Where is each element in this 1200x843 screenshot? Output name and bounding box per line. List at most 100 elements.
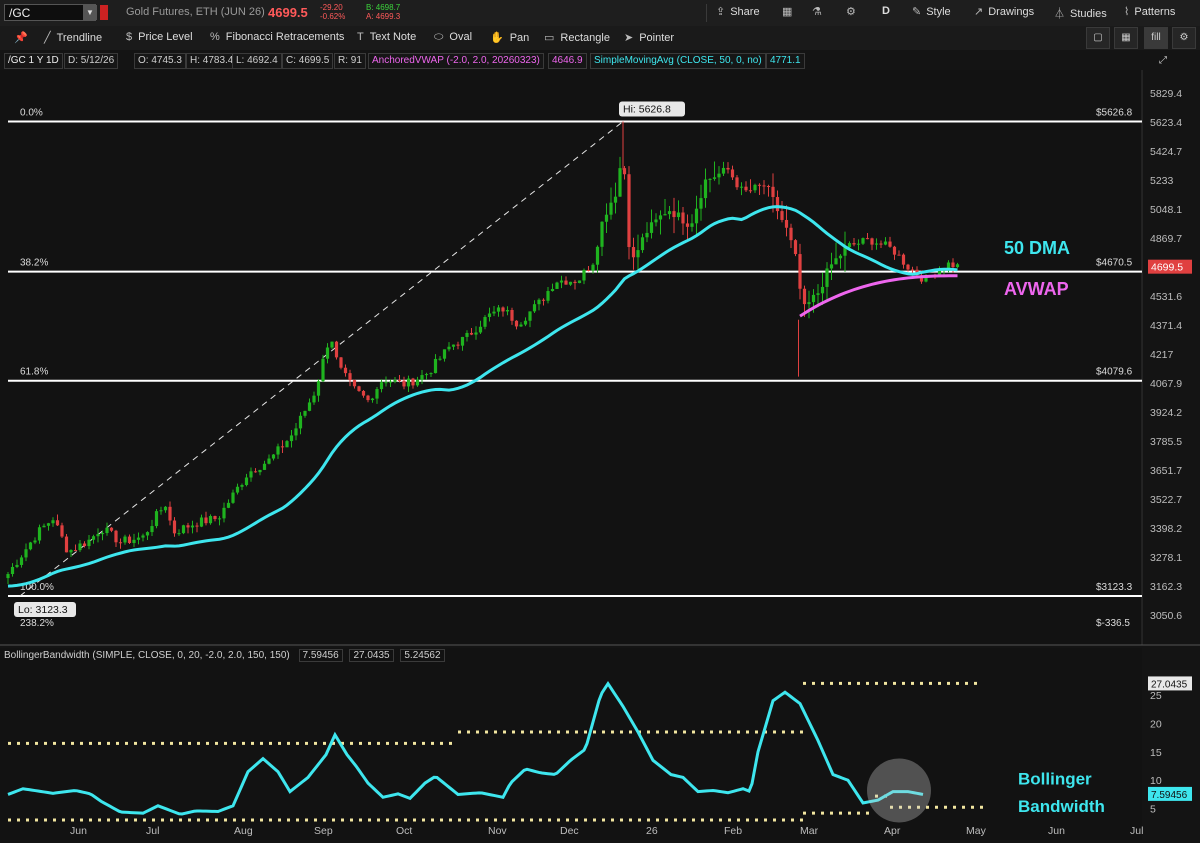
candle-body xyxy=(505,309,510,312)
grid-menu-button[interactable]: ▦ xyxy=(782,5,797,18)
avwap-annotation: AVWAP xyxy=(1004,279,1069,299)
expand-icon[interactable]: ⤢ xyxy=(1152,51,1174,71)
candle-body xyxy=(204,517,208,524)
candle-body xyxy=(253,471,258,473)
candle-body xyxy=(136,537,141,540)
candle-body xyxy=(352,380,357,387)
trendline-icon: ╱ xyxy=(44,32,51,44)
fib-price-label: $3123.3 xyxy=(1096,582,1133,593)
candle-body xyxy=(631,247,636,258)
candle-body xyxy=(636,250,640,258)
candle-body xyxy=(456,344,460,346)
price-level-tool[interactable]: $ Price Level xyxy=(126,31,193,43)
chart-canvas[interactable]: 0.0% $5626.838.2% $4670.561.8% $4079.6100.0… xyxy=(0,70,1200,843)
time-tick-label: Jun xyxy=(1048,825,1065,837)
price-tick-label: 5424.7 xyxy=(1150,146,1182,158)
candle-body xyxy=(100,533,105,535)
candle-body xyxy=(883,241,888,245)
candle-body xyxy=(951,262,955,268)
lab-button[interactable]: ⚗ xyxy=(812,5,827,18)
date-value: D: 5/12/26 xyxy=(64,53,119,69)
pan-tool[interactable]: ✋ Pan xyxy=(490,31,529,44)
rectangle-icon: ▭ xyxy=(544,32,555,44)
time-tick-label: Jun xyxy=(70,825,87,837)
candle-body xyxy=(415,379,420,386)
candle-body xyxy=(861,238,865,244)
trendline-tool[interactable]: ╱ Trendline xyxy=(44,31,102,44)
candle-body xyxy=(244,477,249,486)
bb-annotation-line2: Bandwidth xyxy=(1018,797,1105,816)
oval-tool[interactable]: ⬭ Oval xyxy=(434,31,472,44)
fib-pct-label: 38.2% xyxy=(20,258,48,269)
rectangle-tool[interactable]: ▭ Rectangle xyxy=(544,31,610,44)
price-axis: 5829.45623.45424.752335048.14869.74697.3… xyxy=(1150,88,1182,622)
candle-body xyxy=(78,543,82,551)
symbol-dropdown-icon[interactable]: ▼ xyxy=(83,5,97,20)
bb-study-label[interactable]: BollingerBandwidth (SIMPLE, CLOSE, 0, 20… xyxy=(4,650,290,661)
patterns-icon: ⌇ xyxy=(1124,6,1130,18)
candle-body xyxy=(127,536,132,544)
candle-body xyxy=(798,254,802,289)
candle-body xyxy=(271,454,276,459)
chart-settings-button[interactable]: ⚙ xyxy=(1172,27,1196,49)
candle-body xyxy=(667,211,672,215)
avwap-study-value: 4646.9 xyxy=(548,53,587,69)
candle-body xyxy=(289,435,294,442)
low-value: L: 4692.4 xyxy=(232,53,282,69)
candle-body xyxy=(496,307,501,312)
candle-body xyxy=(222,507,226,519)
sma-annotation: 50 DMA xyxy=(1004,238,1070,258)
share-button[interactable]: ⇪ Share xyxy=(716,5,760,18)
bb-value: 7.59456 xyxy=(298,649,343,662)
time-tick-label: Nov xyxy=(488,825,507,837)
candle-body xyxy=(748,190,753,192)
settings-button[interactable]: ⚙ xyxy=(846,5,861,18)
candle-body xyxy=(280,446,285,448)
candle-body xyxy=(420,375,424,380)
drawing-toolbar: 📌 ╱ Trendline $ Price Level % Fibonacci Ret… xyxy=(0,26,1200,51)
candle-body xyxy=(231,492,235,503)
candle-body xyxy=(186,525,190,528)
bb-upper-value: 27.0435 xyxy=(349,649,394,662)
candle-body xyxy=(177,533,181,535)
studies-button[interactable]: ⏃ Studies xyxy=(1054,5,1107,21)
candle-body xyxy=(753,184,757,191)
candle-body xyxy=(730,169,735,178)
pin-icon[interactable]: 📌 xyxy=(14,31,28,44)
pointer-tool[interactable]: ➤ Pointer xyxy=(624,31,674,44)
candle-body xyxy=(325,347,330,359)
candle-body xyxy=(460,336,465,346)
layout-all-button[interactable]: fill xyxy=(1144,27,1168,49)
sma-study-label[interactable]: SimpleMovingAvg (CLOSE, 50, 0, no) xyxy=(590,53,766,69)
style-button[interactable]: ✎ Style xyxy=(912,5,951,18)
avwap-study-label[interactable]: AnchoredVWAP (-2.0, 2.0, 20260323) xyxy=(368,53,544,69)
fibonacci-tool[interactable]: % Fibonacci Retracements xyxy=(210,31,344,43)
candle-body xyxy=(24,549,28,558)
layout-grid-button[interactable]: ▦ xyxy=(1114,27,1138,49)
patterns-button[interactable]: ⌇ Patterns xyxy=(1124,5,1175,18)
drawings-button[interactable]: ↗ Drawings xyxy=(974,5,1034,18)
close-value: C: 4699.5 xyxy=(282,53,334,69)
aggregation-button[interactable]: D xyxy=(882,5,890,17)
price-tick-label: 4869.7 xyxy=(1150,233,1182,245)
price-tick-label: 5623.4 xyxy=(1150,117,1182,129)
candle-body xyxy=(483,317,487,327)
time-tick-label: May xyxy=(966,825,987,837)
candle-body xyxy=(559,280,564,283)
candle-body xyxy=(582,269,586,281)
price-tick-label: 5829.4 xyxy=(1150,88,1182,100)
text-note-tool[interactable]: T Text Note xyxy=(357,31,416,43)
bb-tick-label: 5 xyxy=(1150,804,1156,816)
candle-body xyxy=(132,539,136,544)
percent-change: -0.62% xyxy=(320,12,346,21)
layout-single-button[interactable]: ▢ xyxy=(1086,27,1110,49)
candle-body xyxy=(73,550,78,552)
candle-body xyxy=(28,542,33,550)
candle-body xyxy=(838,255,843,259)
time-tick-label: Feb xyxy=(724,825,742,837)
price-grid xyxy=(0,70,1200,646)
bollinger-bandwidth-panel: 25201510527.04357.59456BollingerBandwidt… xyxy=(0,648,1192,840)
change-block: -29.20 -0.62% xyxy=(320,3,345,21)
candle-body xyxy=(541,299,546,301)
symbol-link-color[interactable] xyxy=(100,5,108,20)
